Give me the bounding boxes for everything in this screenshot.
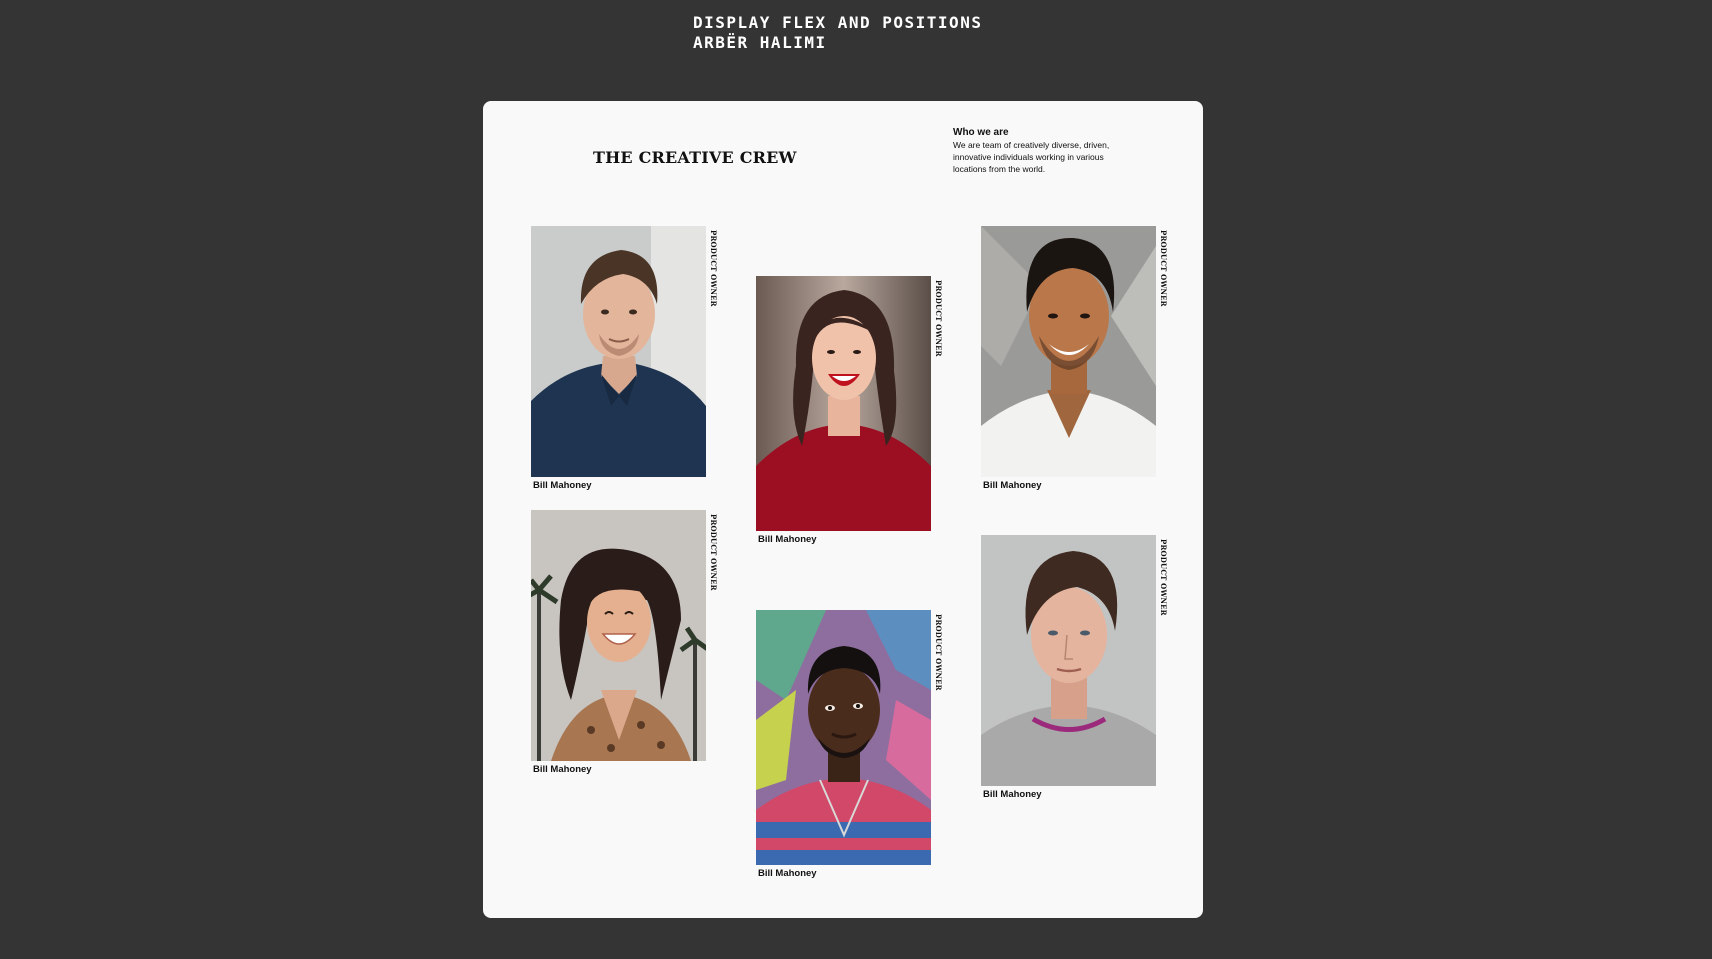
member-role: PRODUCT OWNER bbox=[1159, 230, 1168, 307]
member-role: PRODUCT OWNER bbox=[934, 280, 943, 357]
member-photo bbox=[981, 535, 1156, 786]
team-member-card: PRODUCT OWNER Bill Mahoney bbox=[756, 276, 943, 545]
about-text: We are team of creatively diverse, drive… bbox=[953, 140, 1110, 174]
member-role: PRODUCT OWNER bbox=[709, 514, 718, 591]
member-name: Bill Mahoney bbox=[533, 764, 592, 775]
team-member-card: PRODUCT OWNER Bill Mahoney bbox=[756, 610, 943, 879]
member-photo bbox=[756, 276, 931, 531]
member-role: PRODUCT OWNER bbox=[934, 614, 943, 691]
portrait-image bbox=[531, 226, 706, 477]
crew-title: THE CREATIVE CREW bbox=[593, 148, 797, 167]
member-name: Bill Mahoney bbox=[983, 789, 1042, 800]
about-title: Who we are bbox=[953, 127, 1009, 138]
member-photo bbox=[981, 226, 1156, 477]
member-name: Bill Mahoney bbox=[758, 868, 817, 879]
member-role: PRODUCT OWNER bbox=[1159, 539, 1168, 616]
team-member-card: PRODUCT OWNER Bill Mahoney bbox=[531, 226, 718, 491]
page-title: DISPLAY FLEX AND POSITIONS bbox=[693, 13, 983, 32]
about-section: Who we are We are team of creatively div… bbox=[953, 126, 1133, 175]
member-role: PRODUCT OWNER bbox=[709, 230, 718, 307]
portrait-image bbox=[756, 276, 931, 531]
portrait-image bbox=[756, 610, 931, 865]
team-member-card: PRODUCT OWNER Bill Mahoney bbox=[981, 226, 1168, 491]
team-member-card: PRODUCT OWNER Bill Mahoney bbox=[981, 535, 1168, 800]
member-photo bbox=[531, 510, 706, 761]
team-card: THE CREATIVE CREW Who we are We are team… bbox=[483, 101, 1203, 918]
team-member-card: PRODUCT OWNER Bill Mahoney bbox=[531, 510, 718, 775]
member-photo bbox=[531, 226, 706, 477]
member-photo bbox=[756, 610, 931, 865]
portrait-image bbox=[981, 535, 1156, 786]
page-header: DISPLAY FLEX AND POSITIONS ARBËR HALIMI bbox=[693, 13, 982, 53]
member-name: Bill Mahoney bbox=[983, 480, 1042, 491]
portrait-image bbox=[981, 226, 1156, 477]
author-name: ARBËR HALIMI bbox=[693, 33, 827, 52]
portrait-image bbox=[531, 510, 706, 761]
member-name: Bill Mahoney bbox=[533, 480, 592, 491]
member-name: Bill Mahoney bbox=[758, 534, 817, 545]
